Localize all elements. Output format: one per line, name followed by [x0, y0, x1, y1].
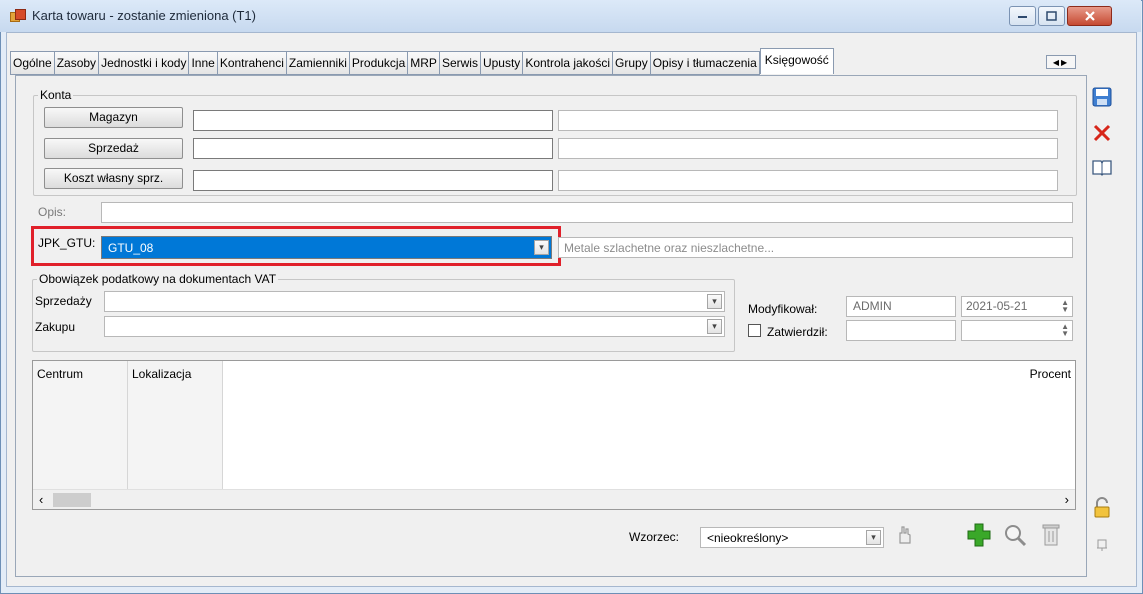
jpk-gtu-description: Metale szlachetne oraz nieszlachetne...	[558, 237, 1073, 258]
window-title: Karta towaru - zostanie zmieniona (T1)	[32, 8, 256, 23]
column-header-lokalizacja[interactable]: Lokalizacja	[132, 367, 191, 381]
scrollbar-thumb[interactable]	[53, 493, 91, 507]
jpk-gtu-select[interactable]: GTU_08 ▾	[101, 236, 552, 259]
tab-produkcja[interactable]: Produkcja	[348, 51, 408, 75]
cancel-button[interactable]	[1091, 122, 1113, 144]
jpk-gtu-label: JPK_GTU:	[38, 236, 96, 250]
konta-legend: Konta	[40, 88, 72, 102]
pin-button[interactable]	[1091, 534, 1113, 556]
add-button[interactable]	[966, 522, 992, 548]
tab-zasoby[interactable]: Zasoby	[53, 51, 99, 75]
chevron-down-icon[interactable]: ▾	[707, 319, 722, 334]
chevron-down-icon[interactable]: ▾	[534, 240, 549, 255]
tab-mrp[interactable]: MRP	[407, 51, 439, 75]
save-button[interactable]	[1091, 86, 1113, 108]
tab-zamienniki[interactable]: Zamienniki	[285, 51, 349, 75]
jpk-gtu-description-text: Metale szlachetne oraz nieszlachetne...	[564, 241, 775, 255]
minimize-icon	[1018, 16, 1027, 18]
tab-strip: Ogólne Zasoby Jednostki i kody Inne Kont…	[10, 48, 834, 75]
delete-button[interactable]	[1038, 522, 1064, 548]
tab-kontrahenci[interactable]: Kontrahenci	[216, 51, 286, 75]
column-header-centrum[interactable]: Centrum	[37, 367, 83, 381]
tab-serwis[interactable]: Serwis	[438, 51, 480, 75]
modified-date-value: 2021-05-21	[966, 299, 1028, 313]
koszt-wlasny-button[interactable]: Koszt własny sprz.	[44, 168, 183, 189]
modified-date-field: 2021-05-21 ▲ ▼	[961, 296, 1073, 317]
tab-scroll-arrows[interactable]: ◀ ▶	[1046, 55, 1076, 69]
template-select[interactable]: <nieokreślony> ▾	[700, 527, 884, 548]
horizontal-scrollbar[interactable]: ‹ ›	[33, 489, 1075, 509]
close-icon	[1084, 11, 1095, 21]
spinner-icon[interactable]: ▲ ▼	[1061, 299, 1069, 314]
jpk-gtu-value: GTU_08	[108, 241, 154, 255]
sprzedaz-account-desc	[558, 138, 1058, 159]
magnifier-icon	[1005, 525, 1027, 547]
help-button[interactable]	[1091, 156, 1113, 178]
zakupu-label: Zakupu	[35, 320, 76, 334]
chevron-down-icon[interactable]: ▾	[707, 294, 722, 309]
magazyn-button[interactable]: Magazyn	[44, 107, 183, 128]
approved-user-field	[846, 320, 956, 341]
chevron-down-icon[interactable]: ▾	[866, 530, 881, 545]
tab-ogolne[interactable]: Ogólne	[10, 51, 54, 75]
app-icon	[10, 9, 26, 22]
approved-label: Zatwierdził:	[767, 325, 828, 339]
sprzedazy-select[interactable]: ▾	[104, 291, 725, 312]
column-header-procent[interactable]: Procent	[1030, 367, 1071, 381]
allocation-grid[interactable]: Centrum Lokalizacja Procent ‹ ›	[32, 360, 1076, 510]
sprzedaz-account-field[interactable]	[193, 138, 553, 159]
template-label: Wzorzec:	[629, 530, 680, 544]
magazyn-account-desc	[558, 110, 1058, 131]
vat-legend: Obowiązek podatkowy na dokumentach VAT	[39, 272, 277, 286]
hand-icon	[899, 526, 911, 544]
pin-icon	[1097, 539, 1107, 551]
trash-icon	[1042, 524, 1060, 546]
template-value: <nieokreślony>	[707, 531, 789, 545]
modified-user-field: ADMIN	[846, 296, 956, 317]
plus-icon	[967, 523, 991, 547]
title-bar[interactable]: Karta towaru - zostanie zmieniona (T1)	[0, 0, 1141, 32]
tab-grupy[interactable]: Grupy	[612, 51, 650, 75]
minimize-button[interactable]	[1009, 6, 1036, 26]
opis-field[interactable]	[101, 202, 1073, 223]
modified-label: Modyfikował:	[748, 302, 818, 316]
sprzedazy-label: Sprzedaży	[35, 294, 92, 308]
spinner-icon[interactable]: ▲ ▼	[1061, 323, 1069, 338]
vat-group: Obowiązek podatkowy na dokumentach VAT	[32, 272, 735, 352]
book-icon	[1092, 160, 1112, 176]
approved-date-field: ▲ ▼	[961, 320, 1073, 341]
search-button[interactable]	[1002, 522, 1028, 548]
maximize-icon	[1046, 11, 1057, 21]
padlock-icon	[1094, 497, 1110, 518]
maximize-button[interactable]	[1038, 6, 1065, 26]
zakupu-select[interactable]: ▾	[104, 316, 725, 337]
apply-template-button[interactable]	[891, 521, 917, 547]
sprzedaz-button[interactable]: Sprzedaż	[44, 138, 183, 159]
koszt-wlasny-account-desc	[558, 170, 1058, 191]
tab-inne[interactable]: Inne	[188, 51, 217, 75]
lock-button[interactable]	[1091, 497, 1113, 519]
tab-opisy-i-tlumaczenia[interactable]: Opisy i tłumaczenia	[649, 51, 760, 75]
tab-ksiegowosc[interactable]: Księgowość	[759, 48, 834, 74]
tab-kontrola-jakosci[interactable]: Kontrola jakości	[522, 51, 613, 75]
koszt-wlasny-account-field[interactable]	[193, 170, 553, 191]
chevron-left-icon[interactable]: ‹	[39, 492, 43, 507]
chevron-right-icon[interactable]: ›	[1065, 492, 1069, 507]
tab-upusty[interactable]: Upusty	[479, 51, 523, 75]
cancel-icon	[1093, 124, 1111, 142]
save-icon	[1092, 87, 1112, 107]
chevron-left-icon[interactable]: ◀	[1053, 58, 1061, 67]
approved-checkbox[interactable]	[748, 324, 761, 337]
chevron-right-icon[interactable]: ▶	[1061, 58, 1069, 67]
magazyn-account-field[interactable]	[193, 110, 553, 131]
close-button[interactable]	[1067, 6, 1112, 26]
opis-label: Opis:	[38, 205, 67, 219]
tab-jednostki-i-kody[interactable]: Jednostki i kody	[98, 51, 189, 75]
